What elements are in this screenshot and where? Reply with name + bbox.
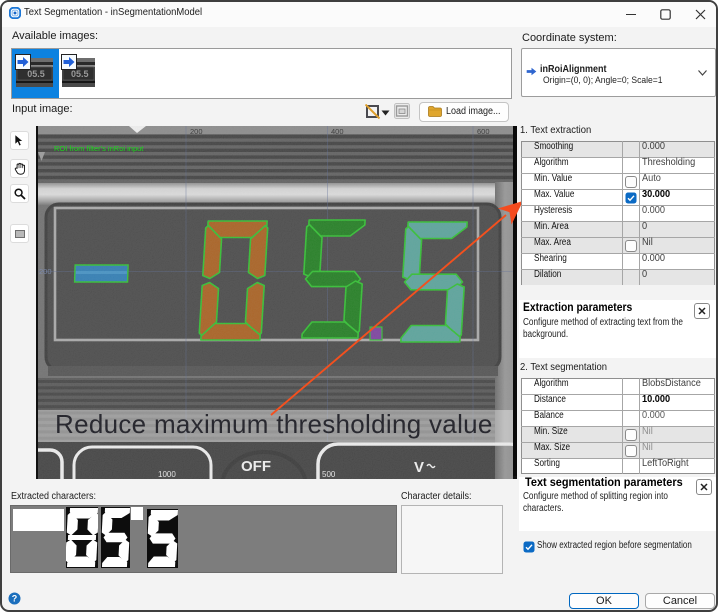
svg-text:05.5: 05.5 [27, 69, 45, 79]
svg-text:05.5: 05.5 [71, 69, 89, 79]
svg-text:?: ? [12, 594, 18, 604]
